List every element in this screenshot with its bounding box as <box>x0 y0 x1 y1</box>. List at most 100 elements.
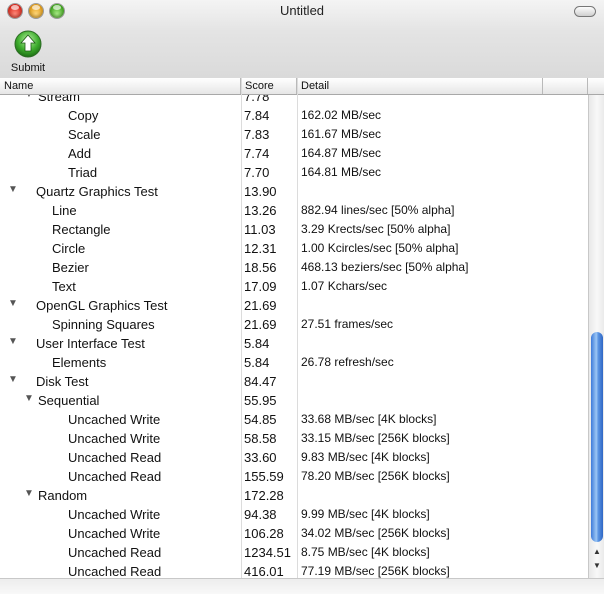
submit-label: Submit <box>10 62 46 74</box>
row-detail: 164.87 MB/sec <box>301 146 382 160</box>
row-score: 55.95 <box>244 393 277 408</box>
table-row[interactable]: ▼ Random 172.28 <box>0 486 588 505</box>
table-row[interactable]: Rectangle 11.03 3.29 Krects/sec [50% alpha… <box>0 220 588 239</box>
window-title: Untitled <box>279 3 325 18</box>
row-detail: 468.13 beziers/sec [50% alpha] <box>301 260 469 274</box>
row-detail: 3.29 Krects/sec [50% alpha] <box>301 222 451 236</box>
table-row[interactable]: ▼ Disk Test 84.47 <box>0 372 588 391</box>
disclosure-triangle-icon[interactable]: ▼ <box>8 298 18 309</box>
row-score: 155.59 <box>244 469 284 484</box>
table-row[interactable]: Circle 12.31 1.00 Kcircles/sec [50% alpha] <box>0 239 588 258</box>
row-score: 7.78 <box>244 95 270 104</box>
row-score: 7.83 <box>244 127 270 142</box>
disclosure-triangle-icon[interactable]: ▼ <box>24 95 34 100</box>
row-score: 17.09 <box>244 279 277 294</box>
table-row[interactable]: Uncached Read 1234.51 8.75 MB/sec [4K bloc… <box>0 543 588 562</box>
disclosure-triangle-icon[interactable]: ▼ <box>8 336 18 347</box>
table-row[interactable]: Bezier 18.56 468.13 beziers/sec [50% alpha… <box>0 258 588 277</box>
row-score: 13.90 <box>244 184 277 199</box>
table-row[interactable]: Line 13.26 882.94 lines/sec [50% alpha] <box>0 201 588 220</box>
row-name: Uncached Read <box>68 545 162 560</box>
table-row[interactable]: Spinning Squares 21.69 27.51 frames/sec <box>0 315 588 334</box>
table-row[interactable]: Uncached Write 58.58 33.15 MB/sec [256K bl… <box>0 429 588 448</box>
table-row[interactable]: Uncached Read 33.60 9.83 MB/sec [4K blocks… <box>0 448 588 467</box>
table-row[interactable]: Text 17.09 1.07 Kchars/sec <box>0 277 588 296</box>
toolbar-toggle-button[interactable] <box>574 6 596 17</box>
table-row[interactable]: ▼ User Interface Test 5.84 <box>0 334 588 353</box>
table-row[interactable]: ▼ OpenGL Graphics Test 21.69 <box>0 296 588 315</box>
row-detail: 164.81 MB/sec <box>301 165 382 179</box>
table-row[interactable]: ▼ Sequential 55.95 <box>0 391 588 410</box>
vertical-scrollbar[interactable]: ▲ ▼ <box>588 95 604 578</box>
row-name: Line <box>52 203 77 218</box>
row-name: Random <box>38 488 88 503</box>
row-name: Spinning Squares <box>52 317 155 332</box>
row-score: 84.47 <box>244 374 277 389</box>
column-header-extra <box>543 78 588 94</box>
column-header-score[interactable]: Score <box>241 78 297 94</box>
scroll-down-arrow-icon[interactable]: ▼ <box>592 561 602 570</box>
row-name: Uncached Write <box>68 526 161 541</box>
disclosure-triangle-icon[interactable]: ▼ <box>8 184 18 195</box>
table-row[interactable]: Scale 7.83 161.67 MB/sec <box>0 125 588 144</box>
submit-button[interactable]: Submit <box>6 30 50 76</box>
row-score: 33.60 <box>244 450 277 465</box>
disclosure-triangle-icon[interactable]: ▼ <box>24 393 34 404</box>
row-detail: 162.02 MB/sec <box>301 108 382 122</box>
row-score: 18.56 <box>244 260 277 275</box>
horizontal-scrollbar[interactable] <box>0 578 604 594</box>
row-score: 58.58 <box>244 431 277 446</box>
row-name: User Interface Test <box>36 336 145 351</box>
row-detail: 8.75 MB/sec [4K blocks] <box>301 545 430 559</box>
column-header-name[interactable]: Name <box>0 78 241 94</box>
row-score: 13.26 <box>244 203 277 218</box>
row-detail: 1.00 Kcircles/sec [50% alpha] <box>301 241 459 255</box>
table-row[interactable]: Elements 5.84 26.78 refresh/sec <box>0 353 588 372</box>
row-detail: 161.67 MB/sec <box>301 127 382 141</box>
row-name: Copy <box>68 108 99 123</box>
row-score: 12.31 <box>244 241 277 256</box>
row-detail: 9.83 MB/sec [4K blocks] <box>301 450 430 464</box>
row-detail: 78.20 MB/sec [256K blocks] <box>301 469 450 483</box>
table-row[interactable]: ▼ Quartz Graphics Test 13.90 <box>0 182 588 201</box>
row-name: Text <box>52 279 76 294</box>
table-row[interactable]: Add 7.74 164.87 MB/sec <box>0 144 588 163</box>
row-score: 94.38 <box>244 507 277 522</box>
row-name: Quartz Graphics Test <box>36 184 158 199</box>
table-row[interactable]: ▼ Stream 7.78 <box>0 95 588 106</box>
row-score: 21.69 <box>244 298 277 313</box>
row-name: Uncached Read <box>68 469 162 484</box>
table-row[interactable]: Copy 7.84 162.02 MB/sec <box>0 106 588 125</box>
table-row[interactable]: Uncached Read 416.01 77.19 MB/sec [256K bl… <box>0 562 588 578</box>
column-header-detail[interactable]: Detail <box>297 78 543 94</box>
row-name: Uncached Read <box>68 450 162 465</box>
scroll-thumb[interactable] <box>591 332 603 542</box>
row-score: 416.01 <box>244 564 284 578</box>
row-score: 5.84 <box>244 355 270 370</box>
row-name: Rectangle <box>52 222 111 237</box>
row-name: Triad <box>68 165 98 180</box>
row-detail: 27.51 frames/sec <box>301 317 394 331</box>
table-row[interactable]: Uncached Write 54.85 33.68 MB/sec [4K bloc… <box>0 410 588 429</box>
table-row[interactable]: Triad 7.70 164.81 MB/sec <box>0 163 588 182</box>
scroll-up-arrow-icon[interactable]: ▲ <box>592 547 602 556</box>
disclosure-triangle-icon[interactable]: ▼ <box>24 488 34 499</box>
row-score: 7.70 <box>244 165 270 180</box>
table-row[interactable]: Uncached Read 155.59 78.20 MB/sec [256K bl… <box>0 467 588 486</box>
row-detail: 33.15 MB/sec [256K blocks] <box>301 431 450 445</box>
results-outline[interactable]: ▼ Stream 7.78 Copy 7.84 162.02 MB/sec Scale 7.8… <box>0 95 588 578</box>
row-score: 7.84 <box>244 108 270 123</box>
disclosure-triangle-icon[interactable]: ▼ <box>8 374 18 385</box>
row-score: 21.69 <box>244 317 277 332</box>
table-row[interactable]: Uncached Write 106.28 34.02 MB/sec [256K b… <box>0 524 588 543</box>
row-name: Bezier <box>52 260 89 275</box>
row-score: 5.84 <box>244 336 270 351</box>
row-score: 106.28 <box>244 526 284 541</box>
row-name: Disk Test <box>36 374 89 389</box>
row-name: OpenGL Graphics Test <box>36 298 168 313</box>
table-header: Name Score Detail <box>0 78 604 95</box>
title-toolbar: Untitled Submit <box>0 0 604 79</box>
row-name: Circle <box>52 241 86 256</box>
table-row[interactable]: Uncached Write 94.38 9.99 MB/sec [4K block… <box>0 505 588 524</box>
row-score: 7.74 <box>244 146 270 161</box>
